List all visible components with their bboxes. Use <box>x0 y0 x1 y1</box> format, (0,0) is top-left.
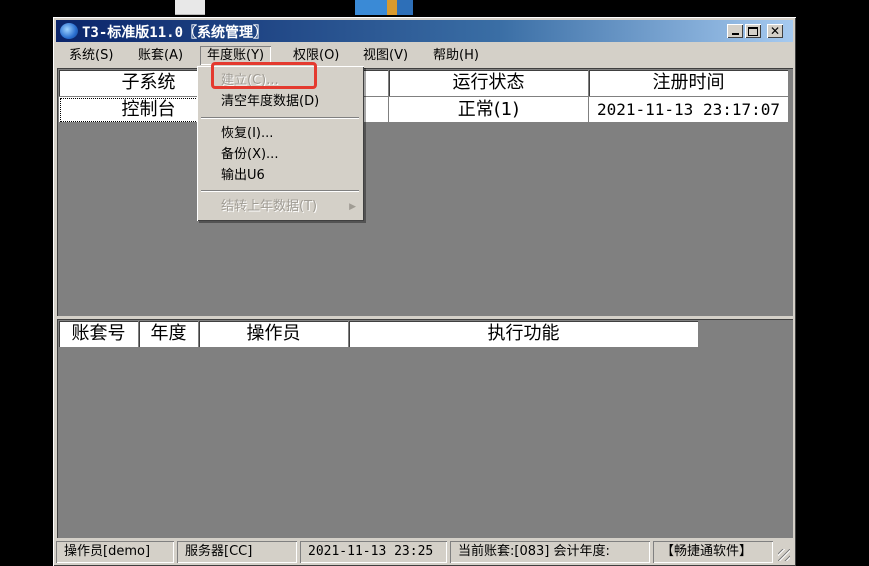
app-globe-icon <box>60 23 78 39</box>
submenu-arrow-icon: ▶ <box>349 202 356 212</box>
col-header-run-status[interactable]: 运行状态 <box>389 70 589 97</box>
maximize-button[interactable] <box>745 24 761 38</box>
menu-system[interactable]: 系统(S) <box>62 46 120 65</box>
menu-help[interactable]: 帮助(H) <box>426 46 486 65</box>
menu-item-restore[interactable]: 恢复(I)... <box>221 124 273 144</box>
desktop-file-icon[interactable] <box>175 0 205 15</box>
annual-account-dropdown: 建立(C)... 清空年度数据(D) 恢复(I)... 备份(X)... 输出U… <box>197 66 364 221</box>
col-header-function[interactable]: 执行功能 <box>349 321 699 348</box>
minimize-button[interactable] <box>727 24 743 38</box>
menu-account-set[interactable]: 账套(A) <box>131 46 190 65</box>
minimize-icon <box>731 33 739 35</box>
menu-item-clear-year-data[interactable]: 清空年度数据(D) <box>221 92 319 112</box>
status-vendor: 【畅捷通软件】 <box>653 541 773 563</box>
col-header-year[interactable]: 年度 <box>139 321 199 348</box>
menu-item-carry-forward: 结转上年数据(T) <box>221 197 353 217</box>
status-datetime: 2021-11-13 23:25 <box>300 541 447 563</box>
col-header-register-time[interactable]: 注册时间 <box>589 70 789 97</box>
menu-view[interactable]: 视图(V) <box>356 46 415 65</box>
highlight-annotation <box>211 62 317 89</box>
menu-separator <box>201 190 359 192</box>
menu-item-export-u6[interactable]: 输出U6 <box>221 166 265 186</box>
table-row-cell-status[interactable]: 正常(1) <box>389 97 589 123</box>
status-server: 服务器[CC] <box>177 541 297 563</box>
menu-item-carry-forward-label: 结转上年数据(T) <box>221 199 318 214</box>
col-header-operator[interactable]: 操作员 <box>199 321 349 348</box>
close-button[interactable]: ✕ <box>767 24 783 38</box>
desktop-app-icon[interactable] <box>355 0 413 15</box>
status-bar: 操作员[demo] 服务器[CC] 2021-11-13 23:25 当前账套:… <box>56 541 793 564</box>
subsystem-list-pane[interactable]: 子系统 站点 运行状态 注册时间 控制台 正常(1) 2021-11-13 23… <box>57 68 793 316</box>
status-current-account: 当前账套:[083] 会计年度: <box>450 541 650 563</box>
menu-bar: 系统(S) 账套(A) 年度账(Y) 权限(O) 视图(V) 帮助(H) <box>56 44 793 66</box>
maximize-icon <box>748 26 758 36</box>
menu-item-backup[interactable]: 备份(X)... <box>221 145 278 165</box>
menu-separator <box>201 117 359 119</box>
col-header-account-no[interactable]: 账套号 <box>59 321 139 348</box>
title-bar[interactable]: T3-标准版11.0〖系统管理〗 ✕ <box>56 20 793 42</box>
resize-grip-icon[interactable] <box>778 549 790 561</box>
task-list-pane[interactable]: 账套号 年度 操作员 执行功能 <box>57 319 793 538</box>
system-management-window: T3-标准版11.0〖系统管理〗 ✕ 系统(S) 账套(A) 年度账(Y) 权限… <box>53 17 796 566</box>
close-icon: ✕ <box>769 24 781 38</box>
window-title: T3-标准版11.0〖系统管理〗 <box>82 25 268 41</box>
table-row-cell-register-time[interactable]: 2021-11-13 23:17:07 <box>589 97 789 123</box>
status-operator: 操作员[demo] <box>56 541 174 563</box>
